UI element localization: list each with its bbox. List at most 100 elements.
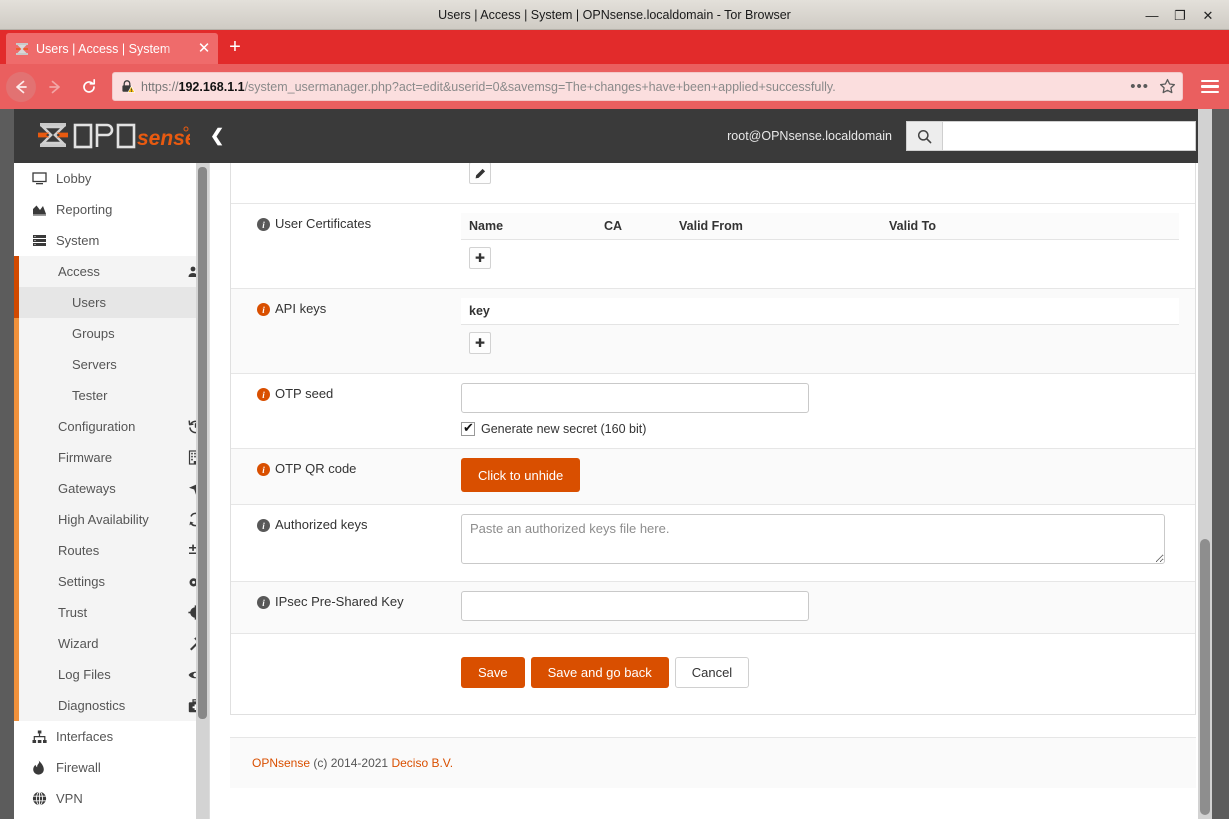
label-user-certificates: i User Certificates xyxy=(231,204,461,288)
search-icon[interactable] xyxy=(906,121,942,151)
sidebar-item-settings[interactable]: Settings xyxy=(14,566,209,597)
sidebar-scrollbar-thumb[interactable] xyxy=(198,167,207,719)
add-certificate-button[interactable]: ✚ xyxy=(469,247,491,269)
row-form-actions: Save Save and go back Cancel xyxy=(231,634,1195,714)
sidebar-item-label: Servers xyxy=(72,357,181,372)
sidebar-item-vpn[interactable]: VPN xyxy=(14,783,209,814)
sidebar-accent-strip xyxy=(14,318,19,349)
page-scrollbar-thumb[interactable] xyxy=(1200,539,1210,815)
sidebar-item-access[interactable]: Access xyxy=(14,256,209,287)
page-actions-icon[interactable]: ••• xyxy=(1126,78,1153,95)
info-icon[interactable]: i xyxy=(257,463,270,476)
bookmark-star-icon[interactable] xyxy=(1159,78,1176,95)
sitemap-icon xyxy=(32,730,56,744)
add-api-key-button[interactable]: ✚ xyxy=(469,332,491,354)
fire-icon xyxy=(32,760,56,775)
footer-company-link[interactable]: Deciso B.V. xyxy=(391,756,453,770)
info-icon[interactable]: i xyxy=(257,303,270,316)
field-form-actions: Save Save and go back Cancel xyxy=(461,634,1195,714)
click-to-unhide-button[interactable]: Click to unhide xyxy=(461,458,580,492)
info-icon[interactable]: i xyxy=(257,596,270,609)
svg-text:sense: sense xyxy=(137,127,190,150)
browser-titlebar: Users | Access | System | OPNsense.local… xyxy=(0,0,1229,30)
table-header-row: Name CA Valid From Valid To xyxy=(461,213,1179,240)
row-authorized-keys: i Authorized keys xyxy=(231,505,1195,582)
sidebar-item-label: Access xyxy=(58,264,181,279)
generate-secret-checkbox[interactable] xyxy=(461,422,475,436)
sidebar-item-gateways[interactable]: Gateways xyxy=(14,473,209,504)
sidebar-item-configuration[interactable]: Configuration xyxy=(14,411,209,442)
sidebar-item-label: Configuration xyxy=(58,419,181,434)
sidebar-item-interfaces[interactable]: Interfaces xyxy=(14,721,209,752)
sidebar-item-label: Reporting xyxy=(56,202,181,217)
save-and-go-back-button[interactable]: Save and go back xyxy=(531,657,669,688)
sidebar-item-trust[interactable]: Trust xyxy=(14,597,209,628)
sidebar-item-groups[interactable]: Groups xyxy=(14,318,209,349)
opnsense-page: sense ❮ root@OPNsense.localdomain Lobby R… xyxy=(14,109,1212,819)
browser-menu-icon[interactable] xyxy=(1197,74,1223,100)
sidebar-item-servers[interactable]: Servers xyxy=(14,349,209,380)
sidebar-item-firewall[interactable]: Firewall xyxy=(14,752,209,783)
current-user-label: root@OPNsense.localdomain xyxy=(727,129,892,143)
label-text: API keys xyxy=(275,301,326,316)
footer-copyright: (c) 2014-2021 xyxy=(313,756,388,770)
sidebar-item-reporting[interactable]: Reporting xyxy=(14,194,209,225)
sidebar-item-label: Wizard xyxy=(58,636,181,651)
forward-icon[interactable] xyxy=(40,72,70,102)
sidebar-accent-strip xyxy=(14,690,19,721)
sidebar-collapse-button[interactable]: ❮ xyxy=(210,126,224,146)
cancel-button[interactable]: Cancel xyxy=(675,657,749,688)
new-tab-button[interactable]: + xyxy=(218,33,252,64)
table-action-row: ✚ xyxy=(461,325,1179,362)
sidebar-item-routes[interactable]: Routes xyxy=(14,535,209,566)
sidebar-item-wizard[interactable]: Wizard xyxy=(14,628,209,659)
sidebar-item-high-availability[interactable]: High Availability xyxy=(14,504,209,535)
sidebar-item-label: Users xyxy=(72,295,181,310)
browser-navbar: https://192.168.1.1/system_usermanager.p… xyxy=(0,64,1229,109)
sidebar-accent-strip xyxy=(14,349,19,380)
page-viewport: sense ❮ root@OPNsense.localdomain Lobby R… xyxy=(0,109,1229,819)
info-icon[interactable]: i xyxy=(257,519,270,532)
opnsense-logo[interactable]: sense xyxy=(14,121,204,151)
edit-privileges-button[interactable] xyxy=(469,162,491,184)
hamburger-line xyxy=(1201,85,1219,88)
sidebar-item-system[interactable]: System xyxy=(14,225,209,256)
sidebar-item-diagnostics[interactable]: Diagnostics xyxy=(14,690,209,721)
info-icon[interactable]: i xyxy=(257,388,270,401)
save-button[interactable]: Save xyxy=(461,657,525,688)
ipsec-psk-input[interactable] xyxy=(461,591,809,621)
sidebar-item-label: Gateways xyxy=(58,481,181,496)
close-icon[interactable]: ✕ xyxy=(1201,8,1215,22)
otp-seed-input[interactable] xyxy=(461,383,809,413)
back-icon[interactable] xyxy=(6,72,36,102)
sidebar-item-firmware[interactable]: Firmware xyxy=(14,442,209,473)
sidebar-item-users[interactable]: Users xyxy=(14,287,209,318)
info-icon[interactable]: i xyxy=(257,218,270,231)
label-text: Authorized keys xyxy=(275,517,368,532)
row-user-certificates: i User Certificates Name CA Valid From V… xyxy=(231,204,1195,289)
reload-icon[interactable] xyxy=(74,72,104,102)
sidebar-accent-strip xyxy=(14,659,19,690)
tab-close-icon[interactable]: ✕ xyxy=(196,41,212,57)
sidebar-item-tester[interactable]: Tester xyxy=(14,380,209,411)
label-text: OTP seed xyxy=(275,386,333,401)
minimize-icon[interactable]: — xyxy=(1145,8,1159,22)
sidebar-accent-strip xyxy=(14,628,19,659)
opnsense-logo-icon: sense xyxy=(38,121,190,151)
sidebar-scrollbar[interactable] xyxy=(196,163,209,819)
url-bar[interactable]: https://192.168.1.1/system_usermanager.p… xyxy=(112,72,1183,101)
authorized-keys-textarea[interactable] xyxy=(461,514,1165,564)
maximize-icon[interactable]: ❐ xyxy=(1173,8,1187,22)
page-scrollbar[interactable] xyxy=(1198,109,1212,819)
sidebar: Lobby Reporting System Access Users Groups Ser… xyxy=(14,163,210,819)
browser-tab[interactable]: Users | Access | System ✕ xyxy=(6,33,218,64)
sidebar-item-log-files[interactable]: Log Files xyxy=(14,659,209,690)
display-icon xyxy=(32,171,56,186)
footer-brand-link[interactable]: OPNsense xyxy=(252,756,310,770)
th-api-key: key xyxy=(461,298,1179,325)
sidebar-accent-strip xyxy=(14,597,19,628)
content-scroll-area: i Effective Privileges Inherited from Ty… xyxy=(210,109,1212,788)
search-input[interactable] xyxy=(942,121,1196,151)
sidebar-item-lobby[interactable]: Lobby xyxy=(14,163,209,194)
sidebar-accent-strip xyxy=(14,566,19,597)
